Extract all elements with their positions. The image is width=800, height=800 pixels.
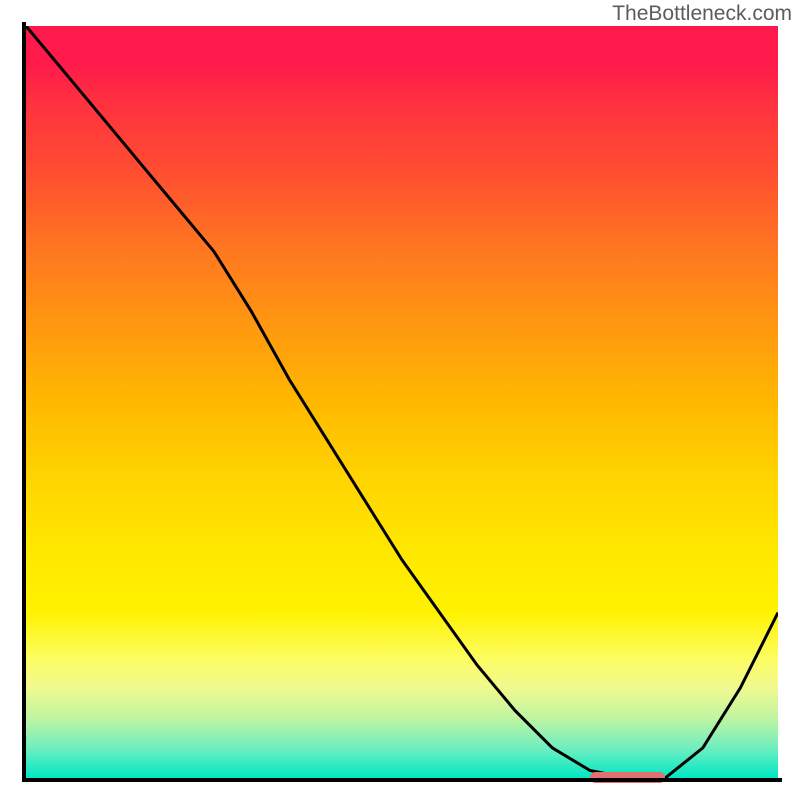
plot-gradient-background [26,26,778,778]
bottleneck-chart: TheBottleneck.com [0,0,800,800]
watermark-label: TheBottleneck.com [612,2,792,26]
x-axis [22,778,782,782]
y-axis [22,22,26,782]
